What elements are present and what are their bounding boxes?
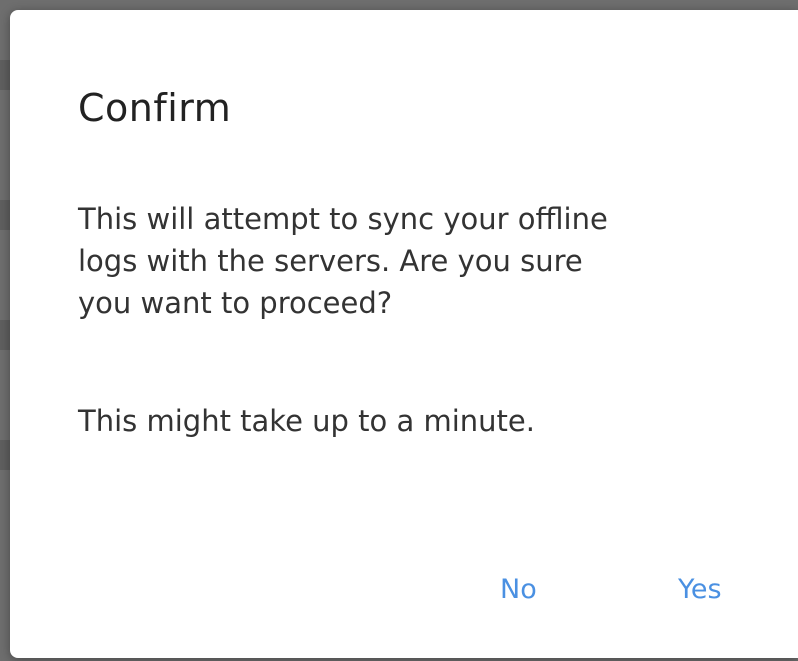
background-content-fragment bbox=[0, 320, 10, 350]
yes-button[interactable]: Yes bbox=[666, 565, 734, 615]
background-content-fragment bbox=[0, 200, 10, 230]
dialog-title: Confirm bbox=[78, 86, 232, 130]
no-button[interactable]: No bbox=[488, 565, 549, 615]
dialog-note: This might take up to a minute. bbox=[78, 404, 535, 438]
dialog-message: This will attempt to sync your offline l… bbox=[78, 202, 608, 320]
confirm-dialog: Confirm This will attempt to sync your o… bbox=[10, 10, 798, 658]
dialog-actions: No Yes bbox=[10, 565, 798, 615]
background-content-fragment bbox=[0, 60, 10, 90]
background-content-fragment bbox=[0, 440, 10, 470]
